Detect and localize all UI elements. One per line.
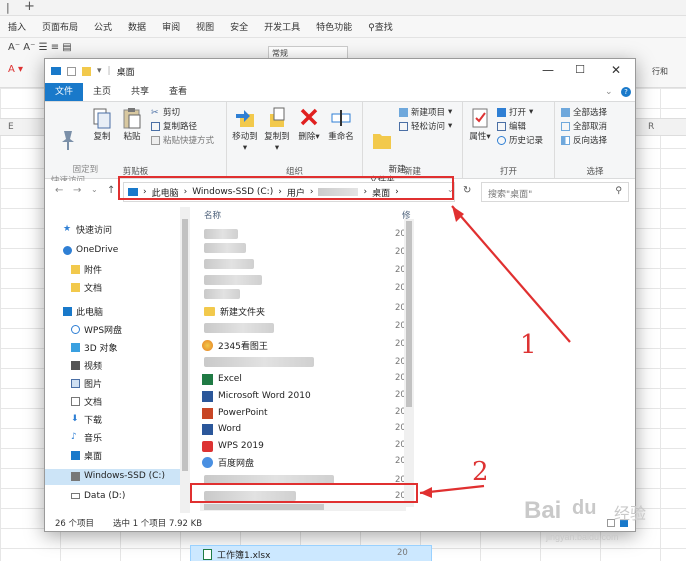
annotation-number-two: 2 — [472, 457, 489, 487]
annotation-arrows — [419, 205, 571, 498]
paw-icon: du — [572, 497, 597, 519]
watermark-brand-suffix: 经验 — [614, 506, 647, 523]
annotation-number-one: 1 — [520, 330, 537, 360]
watermark-url: jingyan.baidu.com — [546, 532, 619, 542]
watermark-brand: Bai — [524, 497, 562, 524]
